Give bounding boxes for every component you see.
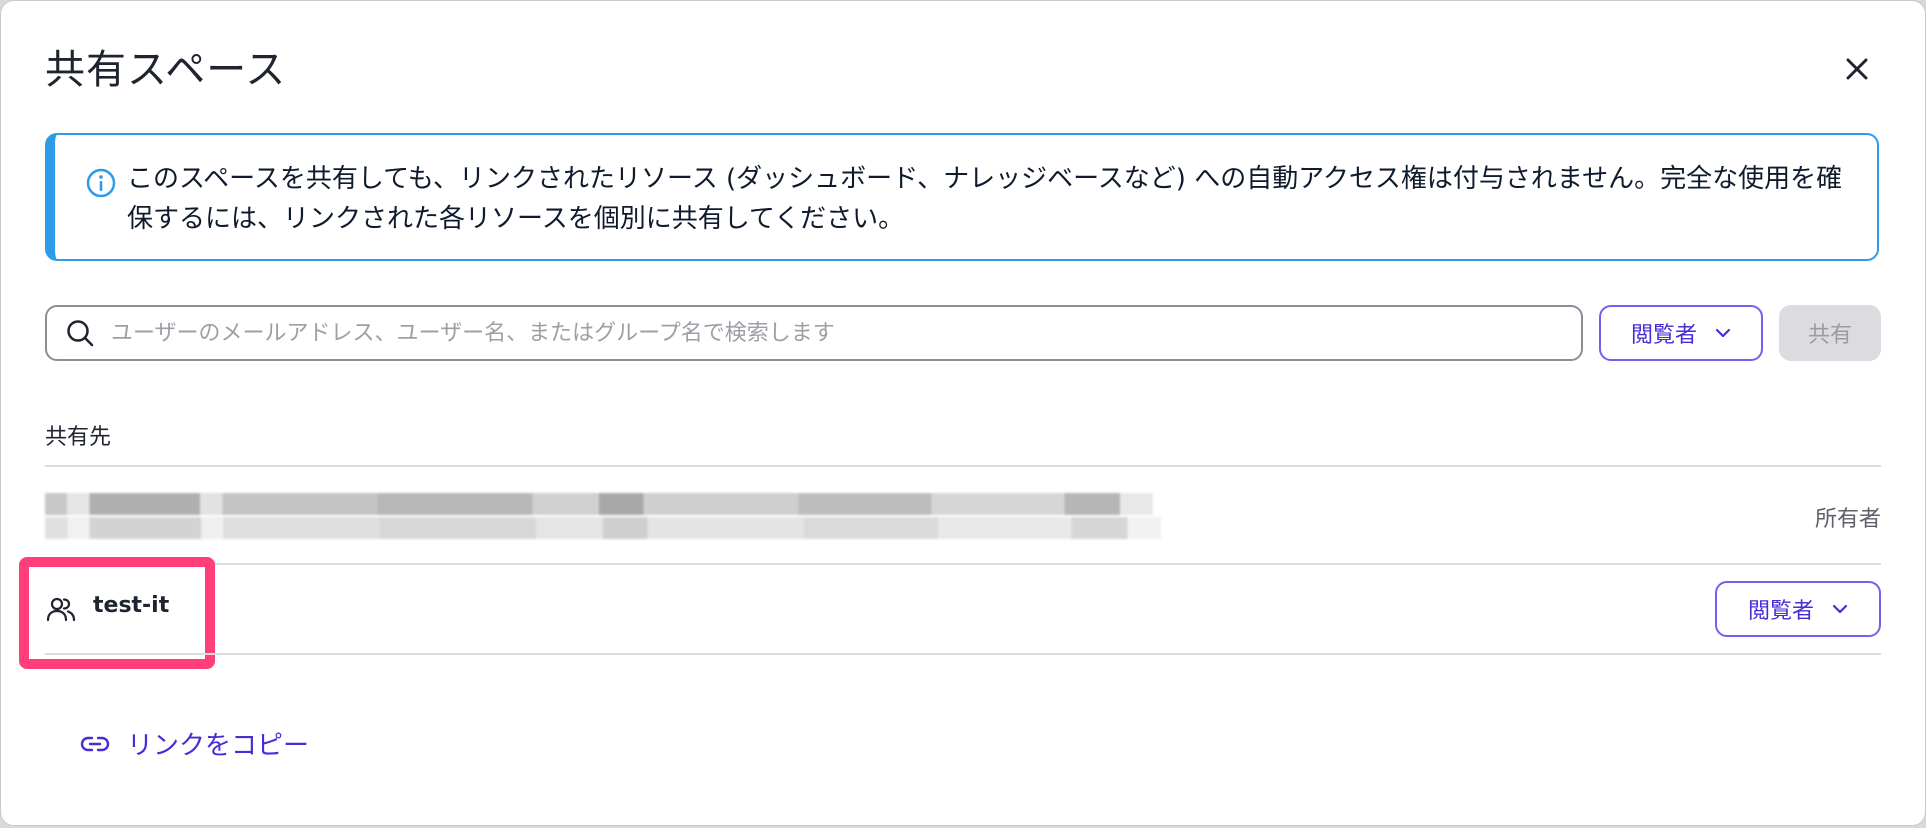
owner-role-label: 所有者 (1814, 507, 1881, 532)
divider (45, 653, 1881, 655)
info-message: このスペースを共有しても、リンクされたリソース (ダッシュボード、ナレッジベース… (127, 164, 1843, 234)
search-input[interactable] (109, 319, 1553, 347)
divider (45, 563, 1881, 565)
role-select-label: 閲覧者 (1630, 323, 1697, 348)
shared-with-heading: 共有先 (45, 425, 112, 450)
close-button[interactable] (1837, 49, 1877, 89)
share-space-dialog: 共有スペース このスペースを共有しても、リンクされたリソース (ダッシュボード、… (0, 0, 1926, 826)
entry-role-select[interactable]: 閲覧者 (1715, 581, 1881, 637)
chevron-down-icon (1832, 604, 1848, 614)
redacted-name (45, 493, 1153, 515)
role-select[interactable]: 閲覧者 (1599, 305, 1763, 361)
search-icon (67, 320, 94, 347)
link-icon (80, 736, 110, 751)
entry-role-label: 閲覧者 (1747, 599, 1814, 624)
redacted-email (45, 517, 1161, 539)
close-icon (1846, 58, 1868, 80)
share-button-label: 共有 (1807, 323, 1852, 348)
chevron-down-icon (1715, 328, 1731, 338)
copy-link-button[interactable]: リンクをコピー (79, 725, 309, 762)
info-alert: このスペースを共有しても、リンクされたリソース (ダッシュボード、ナレッジベース… (45, 133, 1879, 261)
dialog-title: 共有スペース (45, 47, 287, 93)
search-field[interactable] (45, 305, 1583, 361)
share-button[interactable]: 共有 (1779, 305, 1881, 361)
divider (45, 465, 1881, 467)
info-icon (86, 168, 116, 198)
copy-link-label: リンクをコピー (127, 731, 310, 761)
